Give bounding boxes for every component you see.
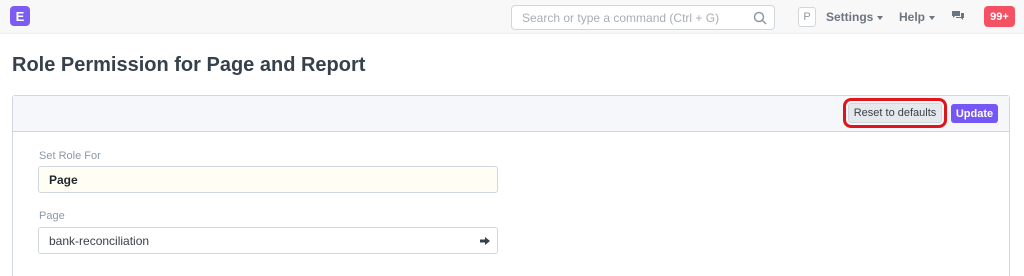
app-logo[interactable]: E [10,6,30,26]
settings-label: Settings [826,10,874,24]
help-menu[interactable]: Help [899,10,936,24]
set-role-for-select[interactable]: Page [38,166,498,193]
chevron-down-icon [929,15,936,20]
settings-menu[interactable]: Settings [826,10,884,24]
search-icon [753,11,767,25]
page-link-field[interactable]: bank-reconciliation [38,227,498,254]
top-navbar: E Search or type a command (Ctrl + G) P … [0,0,1024,34]
search-input[interactable]: Search or type a command (Ctrl + G) [511,5,775,30]
page-label: Page [39,210,65,222]
avatar[interactable]: P [798,7,816,27]
page-title: Role Permission for Page and Report [12,54,366,76]
card-toolbar: Reset to defaults Update [13,96,1009,132]
arrow-right-icon[interactable] [479,235,491,247]
notifications-badge[interactable]: 99+ [984,6,1015,27]
page-value: bank-reconciliation [49,234,150,248]
chat-icon[interactable] [951,9,965,23]
chevron-down-icon [877,15,884,20]
search-placeholder: Search or type a command (Ctrl + G) [522,11,720,25]
set-role-for-label: Set Role For [39,150,101,162]
update-button[interactable]: Update [951,104,998,123]
set-role-for-value: Page [49,173,78,187]
form-card: Reset to defaults Update Set Role For Pa… [12,95,1010,276]
reset-to-defaults-button[interactable]: Reset to defaults [843,98,947,128]
help-label: Help [899,10,926,24]
